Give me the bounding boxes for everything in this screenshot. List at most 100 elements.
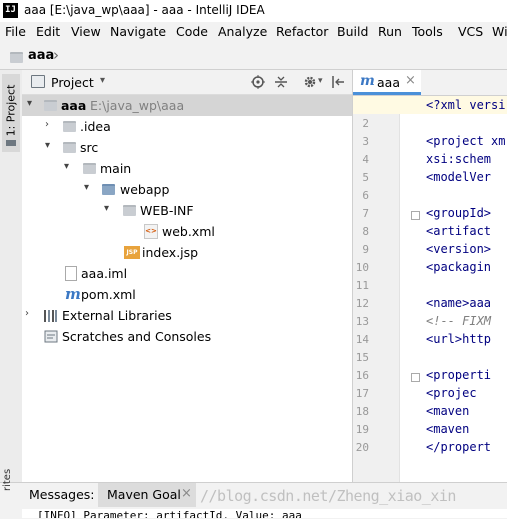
tree-item-scratches[interactable]: Scratches and Consoles	[22, 326, 352, 347]
chevron-down-icon[interactable]: ▾	[27, 98, 32, 109]
tree-label: pom.xml	[81, 287, 136, 302]
fold-marker-icon[interactable]	[411, 211, 420, 220]
menu-window[interactable]: Wi	[492, 24, 507, 39]
gear-icon[interactable]	[303, 75, 317, 89]
tree-item-main[interactable]: ▾ main	[22, 158, 352, 179]
editor-area: m aaa × 1234567891011121314151617181920 …	[353, 70, 507, 482]
menu-refactor[interactable]: Refactor	[276, 24, 328, 39]
editor-tab-bar: m aaa ×	[353, 70, 507, 96]
code-line: <maven	[426, 422, 470, 436]
iml-file-icon	[65, 266, 77, 281]
tree-item-external-libraries[interactable]: › External Libraries	[22, 305, 352, 326]
tree-item-webapp[interactable]: ▾ webapp	[22, 179, 352, 200]
tree-path: E:\java_wp\aaa	[90, 98, 185, 113]
window-title: aaa [E:\java_wp\aaa] - aaa - IntelliJ ID…	[24, 3, 265, 17]
tree-item-aaa[interactable]: ▾ aaa E:\java_wp\aaa	[22, 95, 352, 116]
tree-item-web-inf[interactable]: ▾ WEB-INF	[22, 200, 352, 221]
tree-item-src[interactable]: ▾ src	[22, 137, 352, 158]
project-panel: Project ▾ ▾ ▾ aaa E:\java_wp\aaa › .idea…	[22, 70, 353, 482]
console-output: [INFO] Parameter: artifactId, Value: aaa	[22, 509, 507, 518]
menu-vcs[interactable]: VCS	[458, 24, 483, 39]
project-view-icon	[31, 75, 45, 88]
jsp-file-icon: JSP	[124, 246, 140, 259]
maven-icon: m	[65, 285, 81, 303]
project-tool-tab-label: 1: Project	[4, 84, 18, 137]
gear-dropdown-icon[interactable]: ▾	[318, 76, 323, 86]
tree-item-aaa-iml[interactable]: aaa.iml	[22, 263, 352, 284]
tab-aaa[interactable]: m aaa ×	[353, 70, 421, 95]
menu-tools[interactable]: Tools	[412, 24, 443, 39]
menu-edit[interactable]: Edit	[36, 24, 60, 39]
code-line: <version>	[426, 242, 492, 256]
code-line: xsi:schem	[426, 152, 492, 166]
folder-icon	[83, 163, 96, 174]
menu-view[interactable]: View	[71, 24, 101, 39]
left-tool-strip: 1: Project	[0, 70, 23, 482]
close-icon[interactable]: ×	[181, 486, 192, 501]
tab-label: aaa	[377, 75, 400, 90]
collapse-all-icon[interactable]	[274, 75, 288, 89]
breadcrumb-item-aaa[interactable]: aaa	[28, 48, 54, 63]
tab-label: Maven Goal	[107, 487, 181, 502]
chevron-right-icon[interactable]: ›	[45, 119, 49, 130]
code-line: <?xml versi	[426, 98, 506, 112]
chevron-down-icon[interactable]: ▾	[45, 140, 50, 151]
chevron-down-icon[interactable]: ▾	[84, 182, 89, 193]
tree-item-web-xml[interactable]: <> web.xml	[22, 221, 352, 242]
fold-marker-icon[interactable]	[411, 373, 420, 382]
code-line: <groupId>	[426, 206, 492, 220]
breadcrumb-separator: ›	[53, 46, 59, 64]
module-folder-icon	[44, 100, 57, 111]
menu-build[interactable]: Build	[337, 24, 368, 39]
code-line: <properti	[426, 368, 492, 382]
code-line: <project xm	[426, 134, 506, 148]
hide-panel-icon[interactable]	[331, 75, 345, 89]
code-line: <packagin	[426, 260, 492, 274]
menu-run[interactable]: Run	[378, 24, 402, 39]
tab-maven-goal[interactable]: Maven Goal ×	[98, 483, 196, 507]
tree-label: src	[80, 140, 99, 155]
chevron-down-icon[interactable]: ▾	[64, 161, 69, 172]
tree-label: index.jsp	[142, 245, 199, 260]
folder-icon	[123, 205, 136, 216]
tree-label: aaa.iml	[81, 266, 128, 281]
libraries-icon	[44, 310, 57, 322]
tree-item-idea[interactable]: › .idea	[22, 116, 352, 137]
project-panel-header: Project ▾ ▾	[22, 70, 352, 95]
watermark: //blog.csdn.net/Zheng_xiao_xin	[200, 487, 456, 505]
tree-label: Scratches and Consoles	[62, 329, 212, 344]
tree-label: WEB-INF	[140, 203, 194, 218]
chevron-down-icon[interactable]: ▾	[100, 75, 105, 86]
project-view-label[interactable]: Project	[51, 75, 94, 90]
code-line: <modelVer	[426, 170, 492, 184]
menu-file[interactable]: File	[5, 24, 26, 39]
code-line: <projec	[426, 386, 477, 400]
code-line: <url>http	[426, 332, 492, 346]
tree-item-index-jsp[interactable]: JSP index.jsp	[22, 242, 352, 263]
chevron-down-icon[interactable]: ▾	[104, 203, 109, 214]
close-icon[interactable]: ×	[405, 73, 416, 88]
folder-icon	[63, 142, 76, 153]
web-folder-icon	[102, 184, 115, 195]
tree-label: web.xml	[162, 224, 215, 239]
folder-icon	[63, 121, 76, 132]
tree-label: webapp	[120, 182, 170, 197]
menu-code[interactable]: Code	[176, 24, 208, 39]
locate-icon[interactable]	[251, 75, 265, 89]
messages-label: Messages:	[29, 487, 95, 502]
chevron-right-icon[interactable]: ›	[25, 308, 29, 319]
code-content[interactable]: <?xml versi <project xm xsi:schem <modelV…	[353, 96, 507, 482]
tree-label: main	[100, 161, 132, 176]
maven-icon: m	[360, 73, 375, 89]
menu-analyze[interactable]: Analyze	[218, 24, 267, 39]
folder-icon	[10, 52, 23, 63]
project-tool-icon	[6, 140, 16, 146]
favorites-tab-label[interactable]: rites	[2, 469, 13, 491]
scratches-icon	[44, 330, 58, 343]
xml-file-icon: <>	[144, 224, 158, 239]
menu-navigate[interactable]: Navigate	[110, 24, 166, 39]
code-line: <artifact	[426, 224, 492, 238]
code-line: <name>aaa	[426, 296, 492, 310]
code-line: <!-- FIXM	[426, 314, 492, 328]
tree-item-pom-xml[interactable]: m pom.xml	[22, 284, 352, 305]
